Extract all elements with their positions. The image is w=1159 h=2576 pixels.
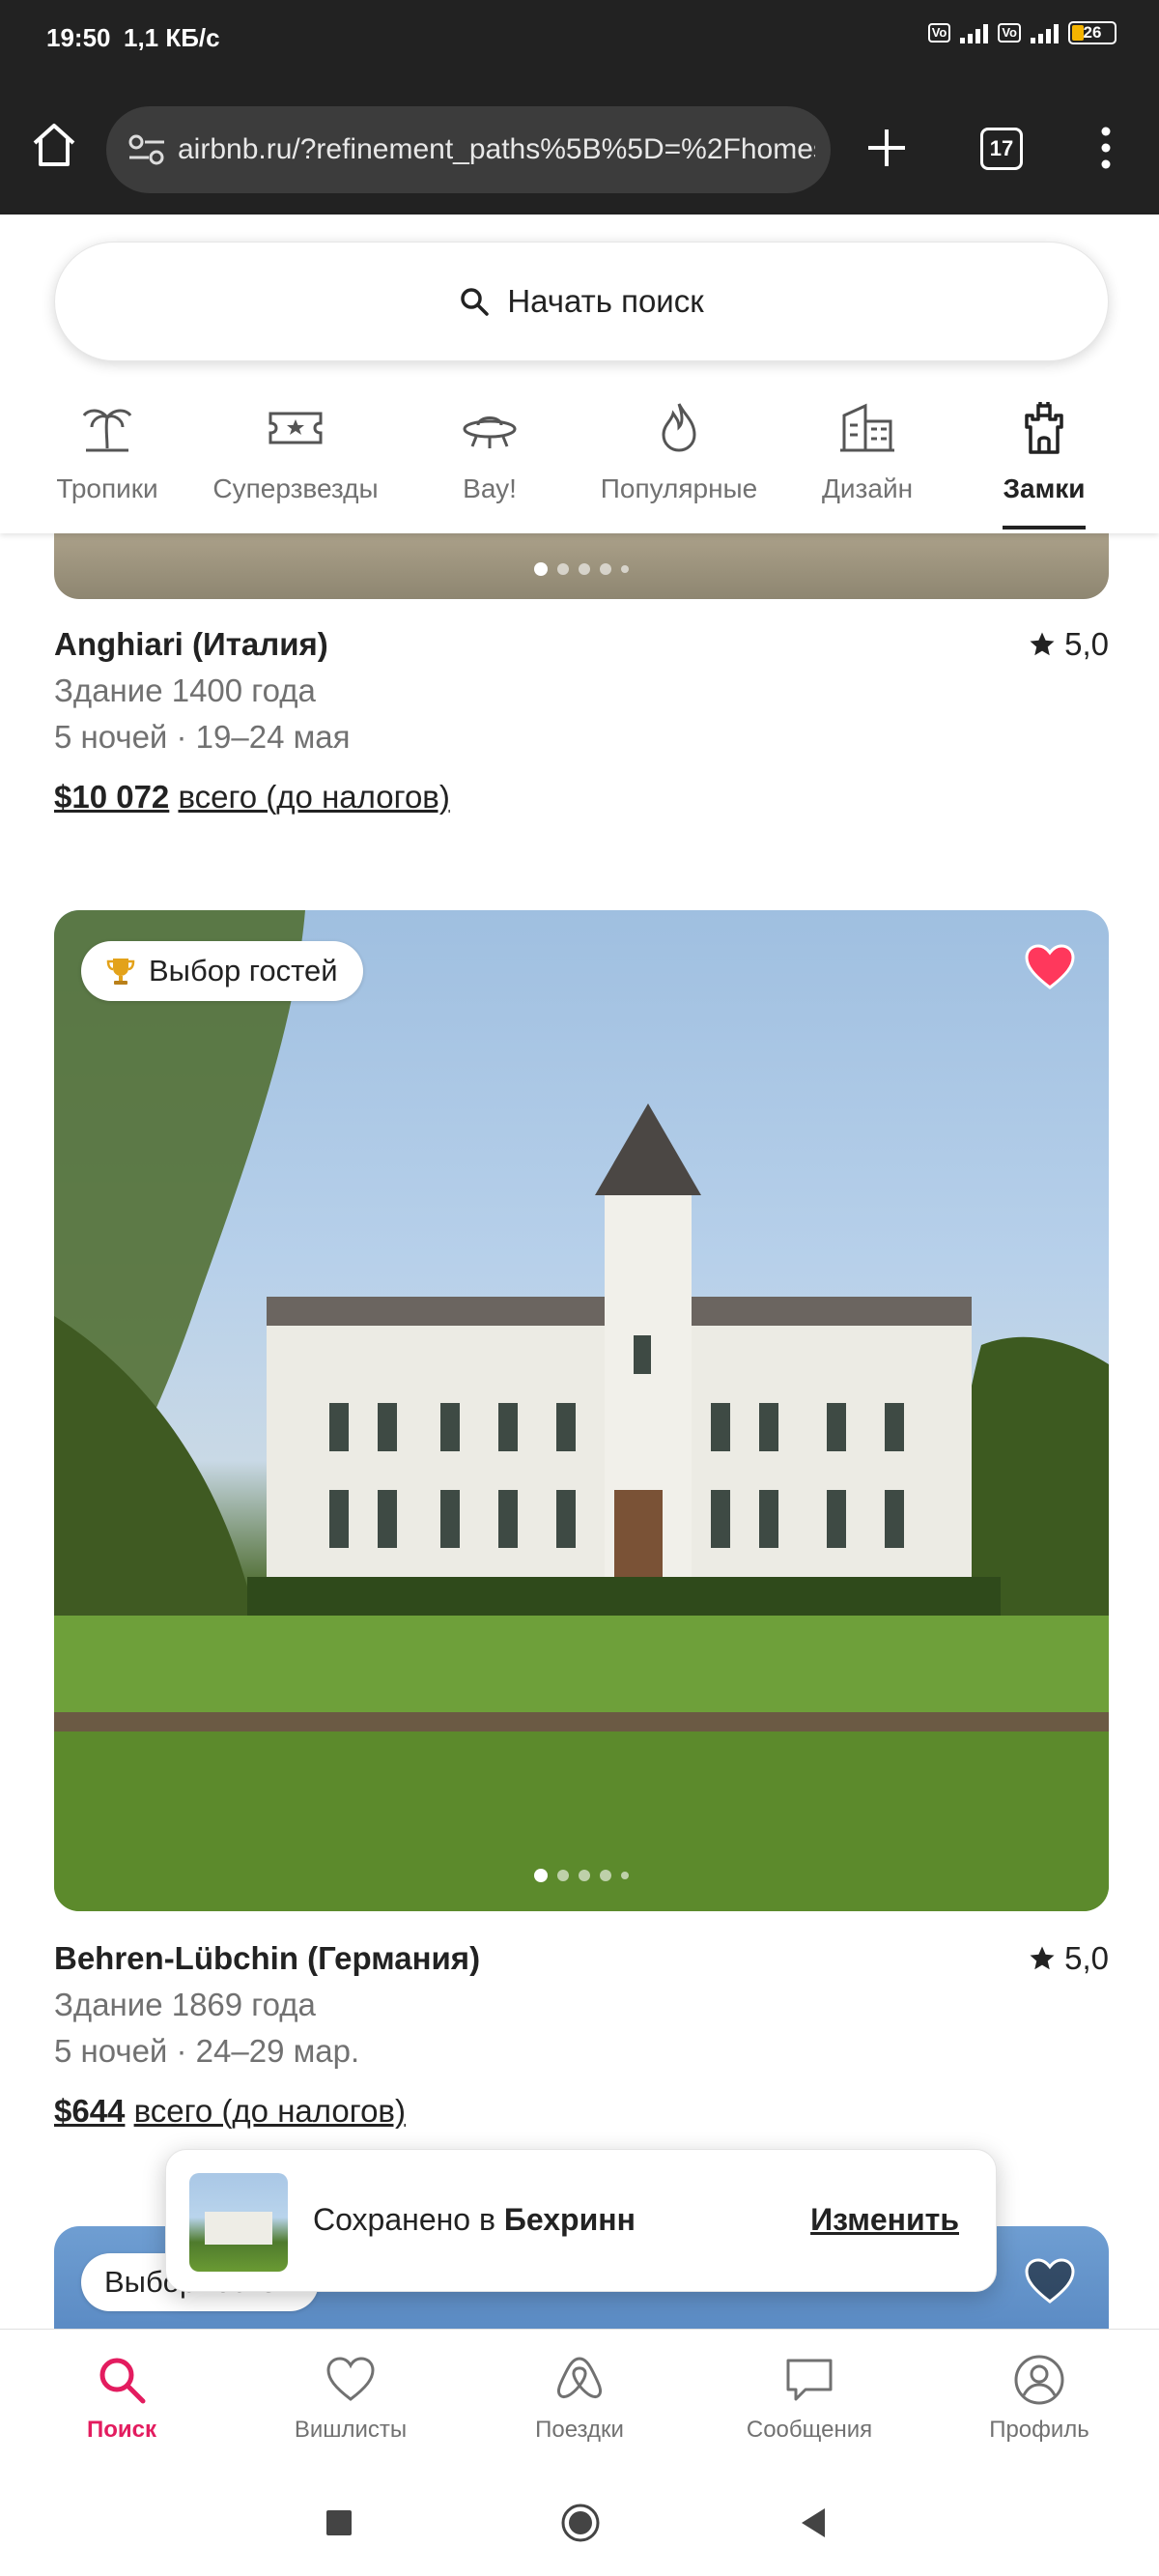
star-icon — [1030, 632, 1055, 656]
nav-search[interactable]: Поиск — [6, 2330, 238, 2471]
heart-icon — [326, 2357, 375, 2401]
signal-icon — [960, 22, 989, 43]
tab-switcher-button[interactable]: 17 — [980, 128, 1023, 170]
price-suffix: всего (до налогов) — [133, 2093, 406, 2129]
category-label: Замки — [1003, 473, 1086, 503]
category-label: Дизайн — [821, 473, 914, 503]
castle-icon — [1025, 402, 1063, 454]
listing-photo[interactable]: Выбор гостей — [54, 910, 1109, 1911]
search-icon — [99, 2358, 146, 2404]
palm-tree-icon — [82, 409, 132, 452]
price-amount: $10 072 — [54, 779, 170, 815]
nav-label: Поездки — [535, 2417, 624, 2443]
volte-icon-2: Vo — [998, 23, 1021, 43]
category-label: Суперзвезды — [212, 473, 379, 503]
listing-title[interactable]: Anghiari (Италия) — [54, 626, 328, 663]
listing-dates: 5 ночей · 19–24 мая — [54, 719, 351, 755]
wishlist-thumbnail — [189, 2173, 288, 2272]
search-header: Начать поиск Тропики Суперзвезды Вау! По… — [0, 215, 1159, 533]
listing-price[interactable]: $644 всего (до налогов) — [54, 2093, 406, 2130]
category-superstars[interactable]: Суперзвезды — [209, 398, 382, 533]
trophy-icon — [106, 959, 135, 985]
ticket-star-icon — [269, 412, 323, 444]
search-label: Начать поиск — [507, 283, 704, 319]
badge-label: Выбор гостей — [149, 954, 338, 987]
home-button-icon[interactable] — [560, 2503, 601, 2543]
nav-label: Профиль — [989, 2417, 1089, 2443]
price-suffix: всего (до налогов) — [178, 779, 450, 815]
favorite-heart-icon[interactable] — [1024, 943, 1076, 991]
toast-change-button[interactable]: Изменить — [810, 2202, 959, 2238]
nav-label: Сообщения — [746, 2417, 873, 2443]
category-label: Тропики — [56, 473, 158, 503]
toast-wishlist-name: Бехринн — [503, 2202, 636, 2237]
category-popular[interactable]: Популярные — [597, 398, 761, 533]
listing-rating: 5,0 — [1028, 1940, 1109, 1977]
bottom-navigation: Поиск Вишлисты Поездки Сообщения Профиль — [0, 2329, 1159, 2470]
nav-profile[interactable]: Профиль — [923, 2330, 1155, 2471]
star-icon — [1030, 1946, 1055, 1970]
building-icon — [840, 403, 894, 452]
airbnb-logo-icon — [556, 2357, 603, 2399]
nav-label: Поиск — [86, 2417, 157, 2443]
listing-rating: 5,0 — [1028, 626, 1109, 663]
message-icon — [786, 2359, 833, 2401]
signal-4g-icon — [1031, 22, 1059, 43]
browser-toolbar: airbnb.ru/?refinement_paths%5B%5D=%2Fhom… — [0, 77, 1159, 215]
category-castles[interactable]: Замки — [1003, 398, 1086, 533]
site-settings-icon[interactable] — [127, 133, 166, 166]
photo-pagination-dots — [534, 562, 629, 576]
new-tab-icon[interactable] — [862, 124, 911, 172]
nav-trips[interactable]: Поездки — [464, 2330, 695, 2471]
category-design[interactable]: Дизайн — [817, 398, 918, 533]
status-icons: Vo Vo 26 — [927, 21, 1117, 44]
category-wow[interactable]: Вау! — [446, 398, 533, 533]
photo-pagination-dots — [534, 1869, 629, 1882]
listing-subtitle: Здание 1869 года — [54, 1987, 316, 2022]
profile-icon — [1014, 2355, 1064, 2405]
toast-prefix: Сохранено в — [313, 2202, 495, 2237]
battery-level: 26 — [1083, 23, 1102, 42]
ufo-icon — [463, 416, 517, 448]
address-bar[interactable]: airbnb.ru/?refinement_paths%5B%5D=%2Fhom… — [106, 106, 831, 193]
volte-icon: Vo — [927, 23, 951, 43]
guest-favorite-badge: Выбор гостей — [81, 941, 363, 1001]
price-amount: $644 — [54, 2093, 126, 2129]
category-tropics[interactable]: Тропики — [54, 398, 160, 533]
toast-message: Сохранено в Бехринн — [313, 2202, 636, 2238]
page: 19:50 1,1 КБ/с Vo Vo 26 airbnb.ru/?refin… — [0, 0, 1159, 2576]
favorite-heart-icon[interactable] — [1024, 2257, 1076, 2305]
flame-icon — [662, 403, 696, 452]
listing-subtitle: Здание 1400 года — [54, 673, 316, 708]
recents-button-icon[interactable] — [325, 2508, 353, 2537]
category-label: Вау! — [463, 473, 517, 503]
category-label: Популярные — [600, 473, 758, 503]
rating-value: 5,0 — [1064, 1940, 1109, 1976]
status-time: 19:50 — [46, 23, 111, 52]
more-menu-icon[interactable] — [1091, 124, 1120, 172]
saved-to-wishlist-toast: Сохранено в Бехринн Изменить — [165, 2149, 997, 2292]
nav-label: Вишлисты — [294, 2417, 408, 2443]
back-button-icon[interactable] — [798, 2506, 829, 2539]
thumb-building — [205, 2212, 272, 2245]
listing-price[interactable]: $10 072 всего (до налогов) — [54, 779, 450, 816]
home-icon[interactable] — [27, 118, 81, 172]
category-bar: Тропики Суперзвезды Вау! Популярные Диза… — [0, 398, 1159, 533]
search-icon — [461, 288, 490, 316]
rating-value: 5,0 — [1064, 626, 1109, 662]
castle-photo — [54, 910, 1109, 1911]
status-bar: 19:50 1,1 КБ/с Vo Vo 26 — [0, 0, 1159, 77]
nav-messages[interactable]: Сообщения — [693, 2330, 925, 2471]
nav-wishlists[interactable]: Вишлисты — [235, 2330, 466, 2471]
battery-icon: 26 — [1068, 21, 1117, 44]
address-url[interactable]: airbnb.ru/?refinement_paths%5B%5D=%2Fhom… — [178, 133, 815, 166]
system-navigation-bar — [0, 2470, 1159, 2576]
listing-title[interactable]: Behren-Lübchin (Германия) — [54, 1940, 480, 1977]
status-speed: 1,1 КБ/с — [124, 23, 220, 52]
search-bar[interactable]: Начать поиск — [54, 242, 1109, 361]
listing-dates: 5 ночей · 24–29 мар. — [54, 2033, 360, 2069]
